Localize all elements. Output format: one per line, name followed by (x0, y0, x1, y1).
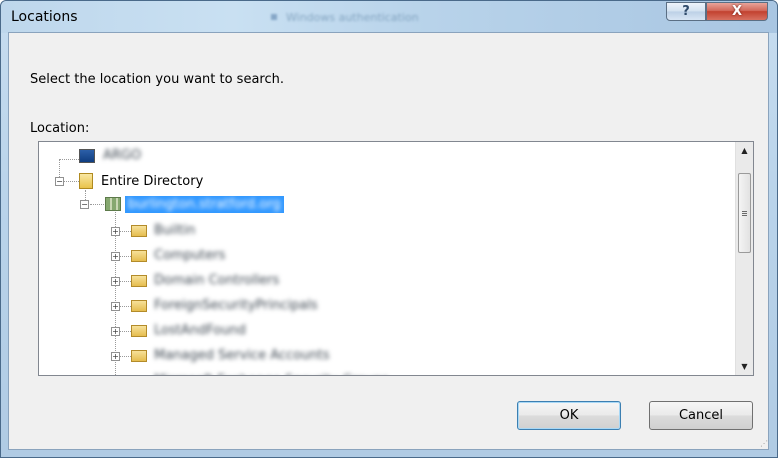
folder-icon (131, 300, 147, 312)
tree-connector (119, 331, 131, 332)
tree-node-container[interactable]: Computers (154, 248, 225, 263)
prompt-text: Select the location you want to search. (30, 72, 285, 87)
collapse-toggle[interactable]: − (55, 177, 64, 186)
tree-connector (119, 306, 131, 307)
collapse-toggle[interactable]: − (80, 200, 89, 209)
tree-node-entire-directory[interactable]: Entire Directory (101, 174, 203, 189)
background-window-title: Windows authentication (286, 11, 419, 24)
location-label: Location: (30, 121, 90, 136)
tree-connector (59, 159, 79, 160)
tree-node-container[interactable]: Builtin (154, 223, 195, 238)
expand-toggle[interactable]: + (111, 277, 120, 286)
close-button[interactable]: X (706, 2, 768, 21)
folder-icon (131, 275, 147, 287)
folder-icon (131, 225, 147, 237)
location-tree[interactable]: ARGO − Entire Directory − burlington.str… (38, 141, 754, 376)
directory-icon (79, 173, 93, 189)
tree-node-container[interactable]: Domain Controllers (154, 273, 279, 288)
tree-node-domain[interactable]: burlington.stratford.org (125, 196, 284, 213)
grip-icon (742, 211, 747, 212)
expand-toggle[interactable]: + (111, 327, 120, 336)
tree-connector (119, 231, 131, 232)
tree-connector (119, 356, 131, 357)
tree-connector (119, 281, 131, 282)
scroll-up-arrow-icon[interactable]: ▲ (736, 142, 753, 159)
folder-icon (131, 325, 147, 337)
scroll-thumb[interactable] (738, 173, 751, 253)
folder-icon (131, 250, 147, 262)
tree-connector (90, 204, 104, 205)
expand-toggle[interactable]: + (111, 302, 120, 311)
tree-node-computer[interactable]: ARGO (103, 148, 141, 163)
tree-node-container[interactable]: LostAndFound (154, 323, 246, 338)
title-bar[interactable]: Locations Windows authentication ? X (1, 1, 777, 33)
close-icon: X (731, 4, 743, 19)
folder-icon (131, 375, 147, 376)
scroll-down-arrow-icon[interactable]: ▼ (736, 358, 753, 375)
tree-connector (119, 256, 131, 257)
expand-toggle[interactable]: + (111, 252, 120, 261)
domain-icon (105, 197, 121, 211)
tree-node-container[interactable]: Managed Service Accounts (154, 348, 329, 363)
resize-grip-icon[interactable]: ⋰ (760, 439, 770, 449)
tree-node-container[interactable]: ForeignSecurityPrincipals (154, 298, 318, 313)
tree-node-container[interactable]: Microsoft Exchange Security Groups (154, 373, 389, 375)
window-title: Locations (11, 9, 78, 25)
expand-toggle[interactable]: + (111, 227, 120, 236)
background-window-icon (271, 14, 277, 20)
folder-icon (131, 350, 147, 362)
vertical-scrollbar[interactable]: ▲ ▼ (735, 142, 753, 375)
computer-icon (79, 149, 95, 163)
expand-toggle[interactable]: + (111, 352, 120, 361)
cancel-button[interactable]: Cancel (649, 401, 753, 430)
help-icon: ? (682, 4, 690, 19)
ok-button[interactable]: OK (517, 401, 621, 430)
help-button[interactable]: ? (666, 2, 706, 21)
domain-label: burlington.stratford.org (128, 197, 281, 212)
tree-connector (64, 181, 79, 182)
